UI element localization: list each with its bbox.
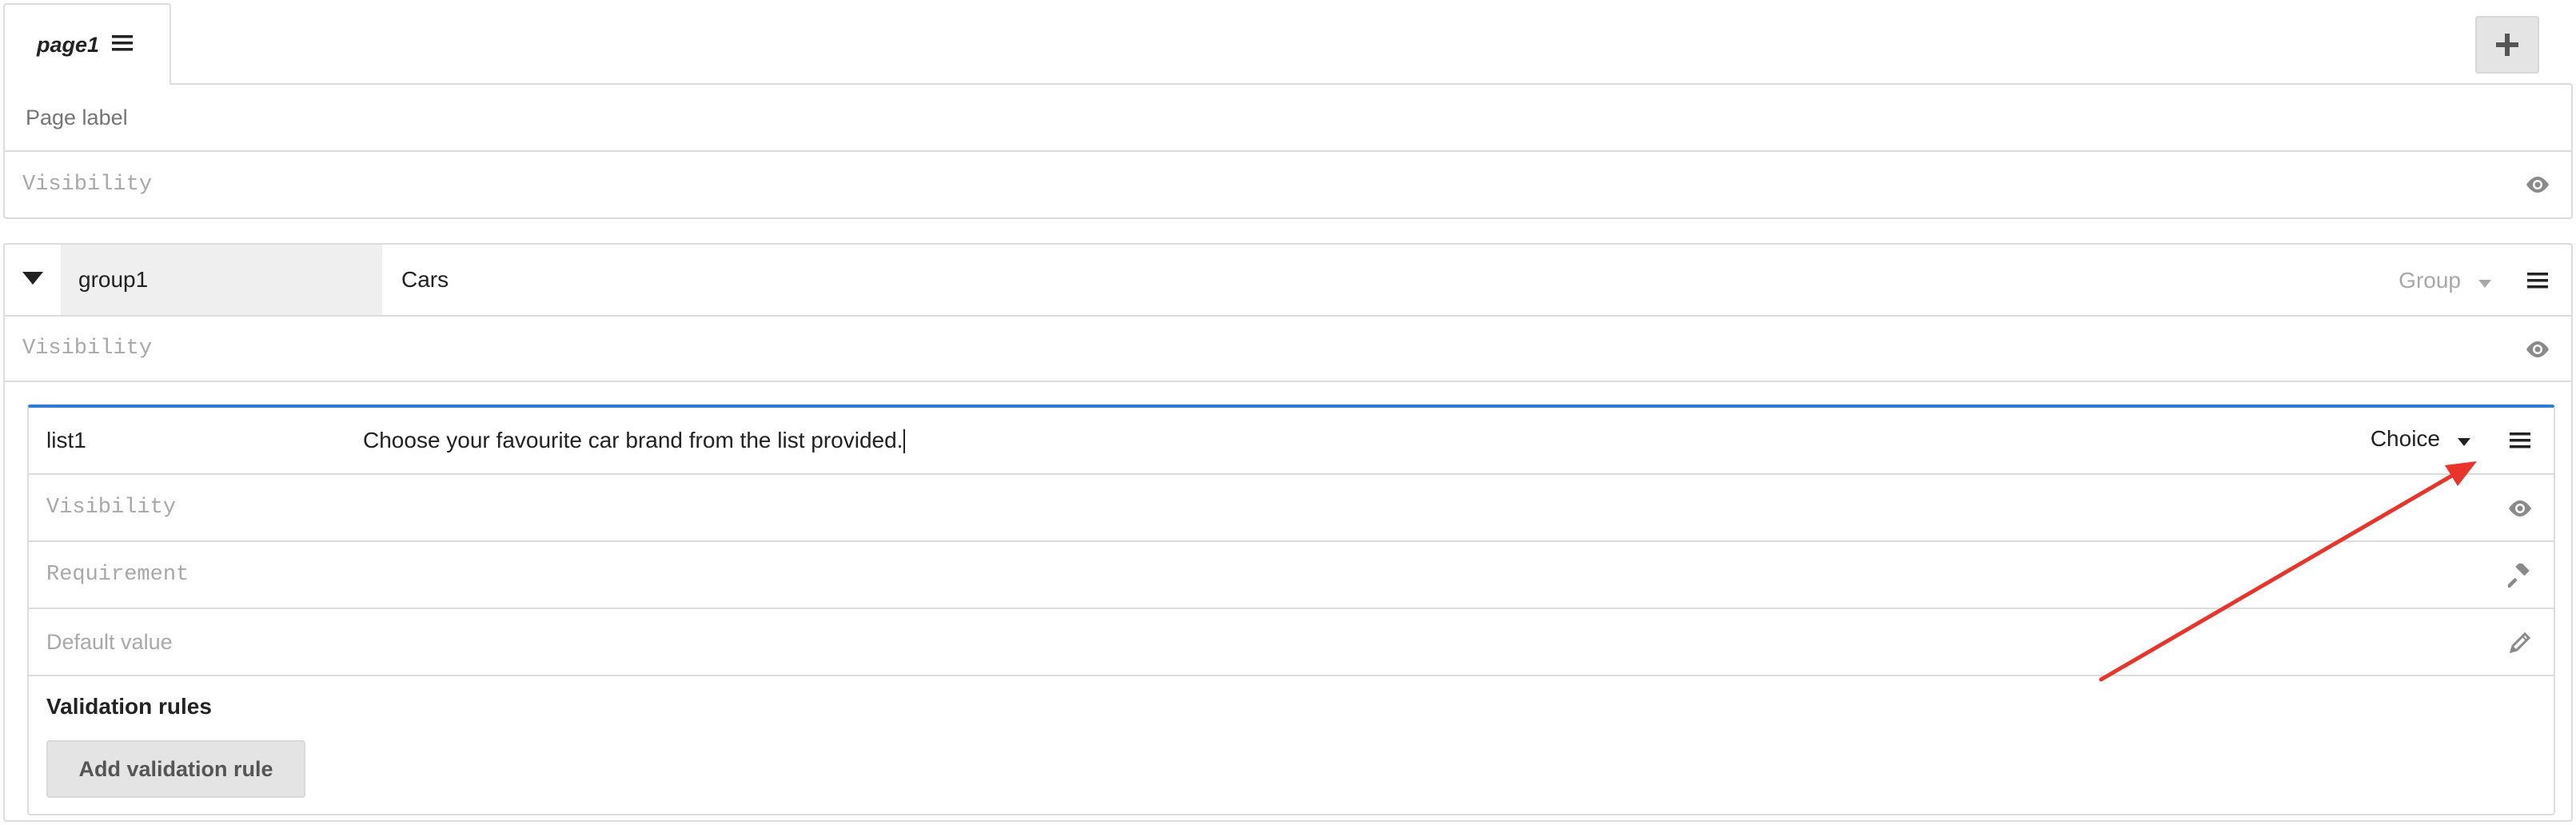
group-label-field[interactable]: Cars: [382, 245, 2571, 315]
add-validation-rule-button[interactable]: Add validation rule: [46, 740, 305, 798]
group-panel: group1 Cars Group Visibility list1 Choos…: [3, 243, 2573, 822]
text-cursor: [903, 429, 906, 454]
chevron-down-icon: [2458, 426, 2470, 452]
group-visibility-row[interactable]: Visibility: [5, 317, 2571, 382]
group-name-field[interactable]: group1: [61, 245, 382, 315]
page-visibility-input[interactable]: Visibility: [22, 173, 152, 197]
eye-icon[interactable]: [2522, 333, 2554, 365]
chevron-down-icon: [2478, 268, 2491, 293]
caret-down-icon: [22, 271, 43, 289]
tab-label: page1: [37, 32, 100, 57]
page-menu-icon[interactable]: [112, 33, 134, 58]
group-visibility-input[interactable]: Visibility: [22, 337, 152, 361]
field-visibility-input[interactable]: Visibility: [46, 496, 176, 520]
field-type-select[interactable]: Choice: [2371, 426, 2470, 452]
field-type-label: Choice: [2370, 426, 2440, 451]
field-menu-icon[interactable]: [2504, 424, 2536, 456]
tab-page1[interactable]: page1: [3, 3, 171, 85]
field-header: list1 Choose your favourite car brand fr…: [29, 408, 2554, 475]
add-page-button[interactable]: [2475, 16, 2539, 74]
field-name-input[interactable]: list1: [46, 428, 86, 453]
gavel-icon[interactable]: [2504, 560, 2536, 592]
eye-icon[interactable]: [2522, 169, 2554, 201]
validation-rules-title: Validation rules: [46, 694, 212, 719]
group-menu-icon[interactable]: [2522, 265, 2554, 297]
field-default-value-row[interactable]: Default value: [29, 609, 2554, 676]
collapse-group-button[interactable]: [5, 245, 61, 315]
group-type-select[interactable]: Group: [2399, 268, 2491, 293]
field-visibility-row[interactable]: Visibility: [29, 475, 2554, 542]
group-type-label: Group: [2399, 268, 2461, 293]
page-properties: Visibility: [3, 83, 2573, 219]
field-label-input[interactable]: Choose your favourite car brand from the…: [363, 427, 906, 454]
field-requirement-input[interactable]: Requirement: [46, 563, 189, 587]
field-label-text: Choose your favourite car brand from the…: [363, 427, 903, 452]
pencil-icon[interactable]: [2504, 627, 2536, 659]
plus-icon: [2496, 25, 2518, 65]
page-visibility-row[interactable]: Visibility: [5, 152, 2571, 217]
field-default-value-input[interactable]: Default value: [46, 630, 173, 655]
page-label-input[interactable]: [24, 104, 2343, 131]
field-requirement-row[interactable]: Requirement: [29, 542, 2554, 609]
group-header: group1 Cars Group: [5, 245, 2571, 317]
field-panel: list1 Choose your favourite car brand fr…: [27, 405, 2555, 815]
validation-rules-section: Validation rules Add validation rule: [29, 676, 2554, 815]
eye-icon[interactable]: [2504, 492, 2536, 524]
page-label-row: [5, 85, 2571, 152]
